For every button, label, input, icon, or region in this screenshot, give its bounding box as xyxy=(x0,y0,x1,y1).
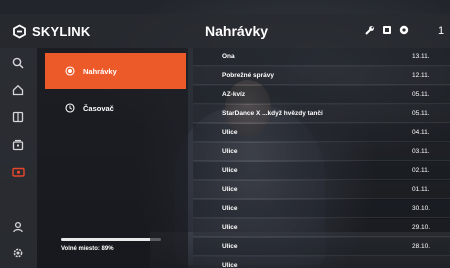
menu-item-label: Nahrávky xyxy=(83,66,117,76)
free-space-label: Volné miesto: 89% xyxy=(61,246,114,252)
skylink-logo-icon xyxy=(12,23,27,39)
recording-row[interactable]: StarDance X ...když hvězdy tančí 05.11. xyxy=(193,105,450,123)
recording-row[interactable]: Ulice 03.11. xyxy=(193,143,450,161)
recording-row[interactable]: Ulice 02.11. xyxy=(193,162,450,180)
recording-date: 01.11. xyxy=(412,186,430,193)
archive-icon xyxy=(12,139,24,151)
recording-date: 05.11. xyxy=(412,91,430,98)
brand-name: SKYLINK xyxy=(32,23,91,39)
recordings-list: Ona 13.11. Pobrežné správy 12.11. AZ-kvíz 05.… xyxy=(193,48,450,268)
tv-screen: SKYLINK Nahrávky 1 Nahrávky Časovač Voln… xyxy=(0,0,450,268)
menu-item-label: Časovač xyxy=(83,103,114,113)
radio-target-icon xyxy=(65,66,75,76)
recording-date: 12.11. xyxy=(412,72,430,79)
wrench-icon[interactable] xyxy=(365,22,375,40)
recording-title: Ulice xyxy=(222,129,238,136)
free-space-bar xyxy=(61,238,161,241)
recording-row[interactable]: Pobrežné správy 12.11. xyxy=(193,67,450,85)
recording-title: Ulice xyxy=(222,205,238,212)
user-icon xyxy=(13,221,23,233)
recording-row[interactable]: Ona 13.11. xyxy=(193,48,450,66)
rail-home[interactable] xyxy=(9,81,27,99)
recording-title: Pobrežné správy xyxy=(222,72,275,79)
menu-item-recordings[interactable]: Nahrávky xyxy=(45,53,186,89)
rail-recordings[interactable] xyxy=(9,163,27,181)
recording-title: Ulice xyxy=(222,186,238,193)
recording-row[interactable]: Ulice 29.10. xyxy=(193,219,450,237)
recordings-icon xyxy=(11,167,25,177)
recording-date: 02.11. xyxy=(412,167,430,174)
recording-date: 30.10. xyxy=(412,205,431,212)
recording-date: 29.10. xyxy=(412,224,431,231)
recording-title: Ulice xyxy=(222,224,238,231)
book-icon xyxy=(12,111,24,123)
recording-date: 13.11. xyxy=(412,53,430,60)
stop-icon[interactable] xyxy=(382,22,392,40)
recording-title: Ulice xyxy=(222,243,238,250)
free-space: Volné miesto: 89% xyxy=(61,238,191,252)
recording-date: 05.11. xyxy=(412,110,430,117)
menu-item-timer[interactable]: Časovač xyxy=(45,90,186,126)
rail-search[interactable] xyxy=(9,54,27,72)
home-icon xyxy=(12,84,24,96)
search-icon xyxy=(12,57,24,69)
recording-row[interactable]: Ulice 01.11. xyxy=(193,181,450,199)
settings-icon xyxy=(13,248,23,258)
recording-date: 03.11. xyxy=(412,148,430,155)
dot-icon[interactable] xyxy=(399,22,409,40)
recording-date: 04.11. xyxy=(412,129,430,136)
recording-title: StarDance X ...když hvězdy tančí xyxy=(222,110,323,117)
page-title: Nahrávky xyxy=(205,23,269,39)
recording-title: Ulice xyxy=(222,148,238,155)
rail-settings[interactable] xyxy=(9,244,27,262)
recording-title: AZ-kvíz xyxy=(222,91,246,98)
free-space-bar-fill xyxy=(61,238,150,241)
rail-archive[interactable] xyxy=(9,136,27,154)
recording-row[interactable]: AZ-kvíz 05.11. xyxy=(193,86,450,104)
top-bar: SKYLINK Nahrávky 1 xyxy=(0,14,450,48)
recordings-menu: Nahrávky Časovač Volné miesto: 89% xyxy=(37,48,188,268)
recording-row[interactable]: Ulice 04.11. xyxy=(193,124,450,142)
header-icons xyxy=(365,14,409,48)
brand-logo: SKYLINK xyxy=(12,14,90,48)
clock-icon xyxy=(65,103,75,113)
rail-profile[interactable] xyxy=(9,218,27,236)
recording-date: 28.10. xyxy=(412,243,431,250)
rail-library[interactable] xyxy=(9,108,27,126)
recording-row[interactable]: Ulice 30.10. xyxy=(193,200,450,218)
recording-row[interactable]: Ulice xyxy=(193,257,450,268)
recording-title: Ulice xyxy=(222,262,238,268)
clock: 1 xyxy=(438,25,445,37)
recording-title: Ona xyxy=(222,53,235,60)
recording-title: Ulice xyxy=(222,167,238,174)
recording-row[interactable]: Ulice 28.10. xyxy=(193,238,450,256)
left-rail xyxy=(0,48,37,268)
